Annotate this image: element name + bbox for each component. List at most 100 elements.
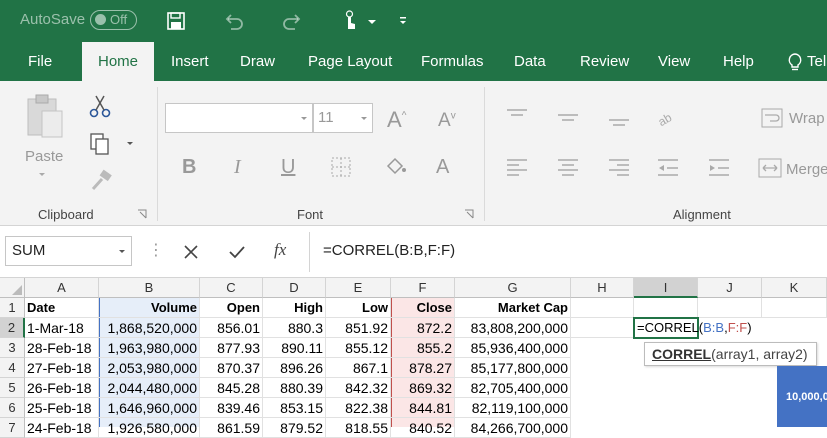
col-header-h[interactable]: H bbox=[571, 278, 634, 298]
align-center-icon[interactable] bbox=[556, 157, 580, 179]
function-tooltip[interactable]: CORREL(array1, array2) bbox=[644, 342, 817, 366]
data-cell[interactable]: 877.93 bbox=[200, 338, 263, 358]
data-cell[interactable]: 840.52 bbox=[391, 418, 455, 438]
data-cell[interactable]: 82,119,100,000 bbox=[455, 398, 571, 418]
header-cell[interactable]: Market Cap bbox=[455, 298, 571, 318]
data-cell[interactable]: 867.1 bbox=[326, 358, 391, 378]
row-header[interactable]: 3 bbox=[0, 338, 25, 358]
data-cell[interactable]: 1,868,520,000 bbox=[99, 318, 200, 338]
tab-review[interactable]: Review bbox=[580, 42, 629, 81]
active-cell-editor[interactable]: =CORREL(B:B,F:F) bbox=[633, 317, 752, 339]
data-cell[interactable]: 1-Mar-18 bbox=[25, 318, 99, 338]
data-cell[interactable]: 872.2 bbox=[391, 318, 455, 338]
increase-font-icon[interactable]: A^ bbox=[387, 107, 406, 133]
paste-label[interactable]: Paste bbox=[25, 148, 63, 165]
redo-icon[interactable] bbox=[280, 9, 304, 33]
col-header-c[interactable]: C bbox=[200, 278, 263, 298]
touch-mode-icon[interactable] bbox=[338, 9, 362, 33]
middle-align-icon[interactable] bbox=[556, 107, 580, 127]
row-header[interactable]: 7 bbox=[0, 418, 25, 438]
header-cell[interactable]: Volume bbox=[99, 298, 200, 318]
tooltip-function-name[interactable]: CORREL bbox=[652, 346, 711, 362]
header-cell[interactable]: Close bbox=[391, 298, 455, 318]
data-cell[interactable]: 856.01 bbox=[200, 318, 263, 338]
data-cell[interactable]: 26-Feb-18 bbox=[25, 378, 99, 398]
merge-center-label[interactable]: Merge bbox=[786, 161, 827, 178]
data-cell[interactable]: 855.2 bbox=[391, 338, 455, 358]
cut-icon[interactable] bbox=[88, 93, 112, 119]
decrease-indent-icon[interactable] bbox=[656, 157, 680, 179]
align-right-icon[interactable] bbox=[607, 157, 631, 179]
font-size-combo[interactable]: 11 bbox=[313, 103, 373, 133]
copy-icon[interactable] bbox=[88, 131, 112, 157]
chart-fragment[interactable]: 10,000,0 bbox=[777, 366, 827, 427]
autosave-toggle[interactable]: Off bbox=[90, 10, 137, 30]
header-cell[interactable]: Date bbox=[25, 298, 99, 318]
col-header-j[interactable]: J bbox=[698, 278, 762, 298]
data-cell[interactable]: 861.59 bbox=[200, 418, 263, 438]
tab-insert[interactable]: Insert bbox=[171, 42, 209, 81]
top-align-icon[interactable] bbox=[505, 107, 529, 127]
row-header[interactable]: 6 bbox=[0, 398, 25, 418]
data-cell[interactable]: 855.12 bbox=[326, 338, 391, 358]
data-cell[interactable]: 822.38 bbox=[326, 398, 391, 418]
bold-icon[interactable]: B bbox=[182, 156, 196, 179]
chevron-down-icon[interactable] bbox=[360, 9, 384, 33]
data-cell[interactable]: 869.32 bbox=[391, 378, 455, 398]
data-cell[interactable]: 853.15 bbox=[263, 398, 326, 418]
data-cell[interactable]: 2,053,980,000 bbox=[99, 358, 200, 378]
tab-tell-me[interactable]: Tel bbox=[807, 42, 826, 81]
data-cell[interactable]: 870.37 bbox=[200, 358, 263, 378]
col-header-d[interactable]: D bbox=[263, 278, 326, 298]
data-cell[interactable]: 896.26 bbox=[263, 358, 326, 378]
data-cell[interactable]: 845.28 bbox=[200, 378, 263, 398]
cancel-icon[interactable] bbox=[182, 243, 200, 261]
data-cell[interactable]: 878.27 bbox=[391, 358, 455, 378]
data-cell[interactable]: 27-Feb-18 bbox=[25, 358, 99, 378]
col-header-k[interactable]: K bbox=[762, 278, 827, 298]
data-cell[interactable]: 851.92 bbox=[326, 318, 391, 338]
data-cell[interactable]: 84,266,700,000 bbox=[455, 418, 571, 438]
merge-center-icon[interactable] bbox=[757, 157, 783, 179]
tab-formulas[interactable]: Formulas bbox=[421, 42, 484, 81]
data-cell[interactable]: 839.46 bbox=[200, 398, 263, 418]
row-header[interactable]: 5 bbox=[0, 378, 25, 398]
data-cell[interactable]: 2,044,480,000 bbox=[99, 378, 200, 398]
data-cell[interactable]: 879.52 bbox=[263, 418, 326, 438]
data-cell[interactable]: 83,808,200,000 bbox=[455, 318, 571, 338]
format-painter-icon[interactable] bbox=[88, 169, 114, 193]
bottom-align-icon[interactable] bbox=[607, 107, 631, 127]
tab-home[interactable]: Home bbox=[82, 42, 154, 81]
header-cell[interactable]: Open bbox=[200, 298, 263, 318]
data-cell[interactable]: 844.81 bbox=[391, 398, 455, 418]
empty-cell[interactable] bbox=[571, 298, 634, 318]
wrap-text-label[interactable]: Wrap bbox=[789, 110, 825, 127]
borders-icon[interactable] bbox=[330, 156, 352, 178]
data-cell[interactable]: 85,936,400,000 bbox=[455, 338, 571, 358]
lightbulb-icon[interactable] bbox=[786, 52, 804, 72]
header-cell[interactable]: Low bbox=[326, 298, 391, 318]
data-cell[interactable]: 1,926,580,000 bbox=[99, 418, 200, 438]
empty-cell[interactable] bbox=[634, 298, 698, 318]
tab-page-layout[interactable]: Page Layout bbox=[308, 42, 392, 81]
orientation-icon[interactable]: ab bbox=[656, 105, 682, 129]
tab-view[interactable]: View bbox=[658, 42, 690, 81]
customize-toolbar-icon[interactable] bbox=[391, 9, 415, 33]
font-color-icon[interactable]: A bbox=[436, 156, 449, 179]
data-cell[interactable]: 82,705,400,000 bbox=[455, 378, 571, 398]
save-icon[interactable] bbox=[164, 9, 188, 33]
data-cell[interactable]: 880.39 bbox=[263, 378, 326, 398]
header-cell[interactable]: High bbox=[263, 298, 326, 318]
data-cell[interactable]: 28-Feb-18 bbox=[25, 338, 99, 358]
underline-icon[interactable]: U bbox=[281, 156, 295, 179]
row-header[interactable]: 1 bbox=[0, 298, 25, 318]
data-cell[interactable]: 842.32 bbox=[326, 378, 391, 398]
col-header-g[interactable]: G bbox=[455, 278, 571, 298]
copy-dropdown-icon[interactable] bbox=[124, 140, 136, 148]
data-cell[interactable]: 85,177,800,000 bbox=[455, 358, 571, 378]
data-cell[interactable]: 880.3 bbox=[263, 318, 326, 338]
increase-indent-icon[interactable] bbox=[707, 157, 731, 179]
col-header-i[interactable]: I bbox=[634, 278, 698, 298]
data-cell[interactable]: 24-Feb-18 bbox=[25, 418, 99, 438]
enter-check-icon[interactable] bbox=[228, 243, 246, 261]
